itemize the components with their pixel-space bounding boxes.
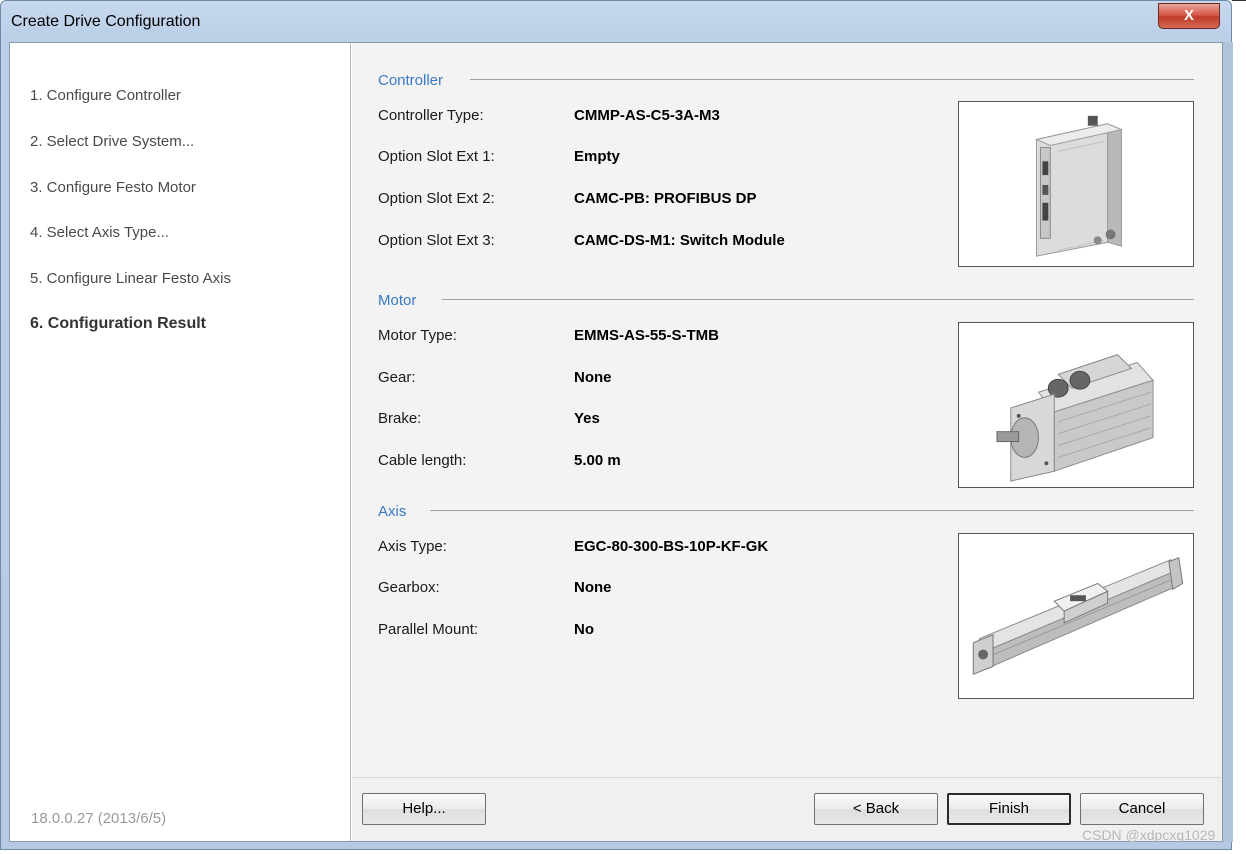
- step-configure-controller[interactable]: 1. Configure Controller: [30, 87, 181, 104]
- brake-label: Brake:: [378, 410, 422, 427]
- axis-type-value: EGC-80-300-BS-10P-KF-GK: [574, 538, 769, 555]
- axis-section-title: Axis: [378, 503, 407, 520]
- title-bar: Create Drive Configuration X: [1, 1, 1231, 41]
- controller-image: [958, 101, 1194, 267]
- version-label: 18.0.0.27 (2013/6/5): [31, 810, 167, 827]
- step-select-drive-system[interactable]: 2. Select Drive System...: [30, 133, 194, 150]
- motor-type-value: EMMS-AS-55-S-TMB: [574, 327, 719, 344]
- controller-device-icon: [1034, 115, 1124, 257]
- parallel-mount-value: No: [574, 621, 594, 638]
- option-slot-ext3-label: Option Slot Ext 3:: [378, 232, 495, 249]
- close-icon: X: [1183, 7, 1194, 24]
- motor-image: [958, 322, 1194, 488]
- help-button[interactable]: Help...: [362, 793, 486, 825]
- gearbox-value: None: [574, 579, 612, 596]
- step-configure-linear-festo-axis[interactable]: 5. Configure Linear Festo Axis: [30, 270, 231, 287]
- close-button[interactable]: X: [1158, 3, 1220, 29]
- dialog-client-area: 1. Configure Controller 2. Select Drive …: [9, 42, 1223, 842]
- motor-type-label: Motor Type:: [378, 327, 457, 344]
- controller-section-title: Controller: [378, 72, 444, 89]
- motor-section-divider: [442, 299, 1194, 300]
- linear-axis-icon: [972, 557, 1184, 676]
- step-configure-festo-motor[interactable]: 3. Configure Festo Motor: [30, 179, 196, 196]
- cancel-button[interactable]: Cancel: [1080, 793, 1204, 825]
- screen-edge-mark: [1232, 0, 1246, 1]
- motor-section-title: Motor: [378, 292, 417, 309]
- option-slot-ext2-label: Option Slot Ext 2:: [378, 190, 495, 207]
- step-select-axis-type[interactable]: 4. Select Axis Type...: [30, 224, 169, 241]
- option-slot-ext1-value: Empty: [574, 148, 620, 165]
- option-slot-ext1-label: Option Slot Ext 1:: [378, 148, 495, 165]
- gear-label: Gear:: [378, 369, 416, 386]
- dialog-window: Create Drive Configuration X 1. Configur…: [0, 0, 1233, 850]
- wizard-steps-sidebar: 1. Configure Controller 2. Select Drive …: [10, 43, 351, 841]
- csdn-watermark: CSDN @xdpcxq1029: [1082, 827, 1216, 843]
- axis-section-divider: [430, 510, 1194, 511]
- cable-length-value: 5.00 m: [574, 452, 621, 469]
- axis-type-label: Axis Type:: [378, 538, 447, 555]
- configuration-result-panel: Controller Controller Type: CMMP-AS-C5-3…: [352, 43, 1222, 777]
- back-button[interactable]: < Back: [814, 793, 938, 825]
- option-slot-ext2-value: CAMC-PB: PROFIBUS DP: [574, 190, 757, 207]
- controller-type-value: CMMP-AS-C5-3A-M3: [574, 107, 720, 124]
- parallel-mount-label: Parallel Mount:: [378, 621, 479, 638]
- servo-motor-icon: [996, 354, 1154, 482]
- window-title: Create Drive Configuration: [11, 13, 201, 30]
- brake-value: Yes: [574, 410, 600, 427]
- axis-image: [958, 533, 1194, 699]
- finish-button[interactable]: Finish: [947, 793, 1071, 825]
- window-right-frame: [1223, 42, 1233, 842]
- controller-section-divider: [470, 79, 1194, 80]
- controller-type-label: Controller Type:: [378, 107, 484, 124]
- cable-length-label: Cable length:: [378, 452, 467, 469]
- step-configuration-result[interactable]: 6. Configuration Result: [30, 315, 206, 333]
- option-slot-ext3-value: CAMC-DS-M1: Switch Module: [574, 232, 785, 249]
- gear-value: None: [574, 369, 612, 386]
- gearbox-label: Gearbox:: [378, 579, 440, 596]
